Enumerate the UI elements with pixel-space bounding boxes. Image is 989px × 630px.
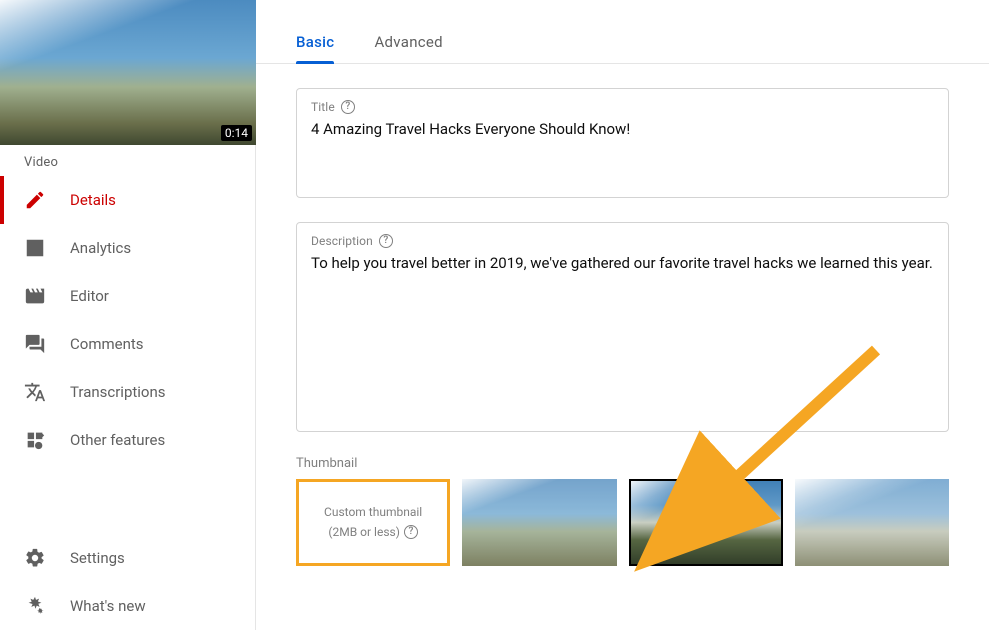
pencil-icon — [24, 189, 46, 211]
comments-icon — [24, 333, 46, 355]
thumbnail-section-label: Thumbnail — [296, 456, 949, 471]
sidebar-item-label: Editor — [70, 287, 109, 305]
sidebar-item-analytics[interactable]: Analytics — [0, 224, 255, 272]
editor-icon — [24, 285, 46, 307]
thumbnail-row: Custom thumbnail (2MB or less) ? — [296, 479, 949, 566]
sidebar-item-editor[interactable]: Editor — [0, 272, 255, 320]
help-icon[interactable]: ? — [404, 525, 418, 539]
description-label: Description ? — [311, 234, 393, 248]
thumbnail-option-1[interactable] — [462, 479, 616, 566]
translate-icon — [24, 381, 46, 403]
title-label: Title ? — [311, 100, 355, 114]
sidebar-nav: Details Analytics Editor Comments — [0, 176, 255, 630]
sidebar-item-label: What's new — [70, 597, 146, 615]
video-duration: 0:14 — [221, 125, 252, 141]
whatsnew-icon — [24, 595, 46, 617]
sidebar: 0:14 Video Details Analytics Editor — [0, 0, 256, 630]
title-input[interactable] — [311, 119, 934, 141]
description-input[interactable] — [311, 253, 934, 413]
sidebar-item-transcriptions[interactable]: Transcriptions — [0, 368, 255, 416]
sidebar-item-label: Details — [70, 191, 116, 209]
analytics-icon — [24, 237, 46, 259]
sidebar-item-whatsnew[interactable]: What's new — [0, 582, 255, 630]
custom-thumbnail-line1: Custom thumbnail — [324, 503, 422, 522]
custom-thumbnail-line2: (2MB or less) ? — [328, 523, 418, 542]
tabs: Basic Advanced — [256, 0, 989, 64]
thumbnail-option-2[interactable] — [629, 479, 783, 566]
sidebar-section-label: Video — [0, 145, 255, 176]
main-content: Basic Advanced Title ? Description ? Thu… — [256, 0, 989, 630]
sidebar-item-details[interactable]: Details — [0, 176, 255, 224]
tab-basic[interactable]: Basic — [296, 33, 334, 63]
title-field[interactable]: Title ? — [296, 88, 949, 198]
help-icon[interactable]: ? — [341, 100, 355, 114]
sidebar-item-label: Settings — [70, 549, 125, 567]
gear-icon — [24, 547, 46, 569]
sidebar-item-label: Comments — [70, 335, 144, 353]
help-icon[interactable]: ? — [379, 234, 393, 248]
sidebar-item-label: Analytics — [70, 239, 131, 257]
custom-thumbnail-upload[interactable]: Custom thumbnail (2MB or less) ? — [296, 479, 450, 566]
description-field[interactable]: Description ? — [296, 222, 949, 432]
sidebar-item-label: Other features — [70, 431, 165, 449]
sidebar-item-other-features[interactable]: Other features — [0, 416, 255, 464]
tab-advanced[interactable]: Advanced — [374, 33, 443, 63]
thumbnail-option-3[interactable] — [795, 479, 949, 566]
video-preview[interactable]: 0:14 — [0, 0, 256, 145]
sidebar-item-label: Transcriptions — [70, 383, 166, 401]
other-icon — [24, 429, 46, 451]
sidebar-item-comments[interactable]: Comments — [0, 320, 255, 368]
sidebar-item-settings[interactable]: Settings — [0, 534, 255, 582]
